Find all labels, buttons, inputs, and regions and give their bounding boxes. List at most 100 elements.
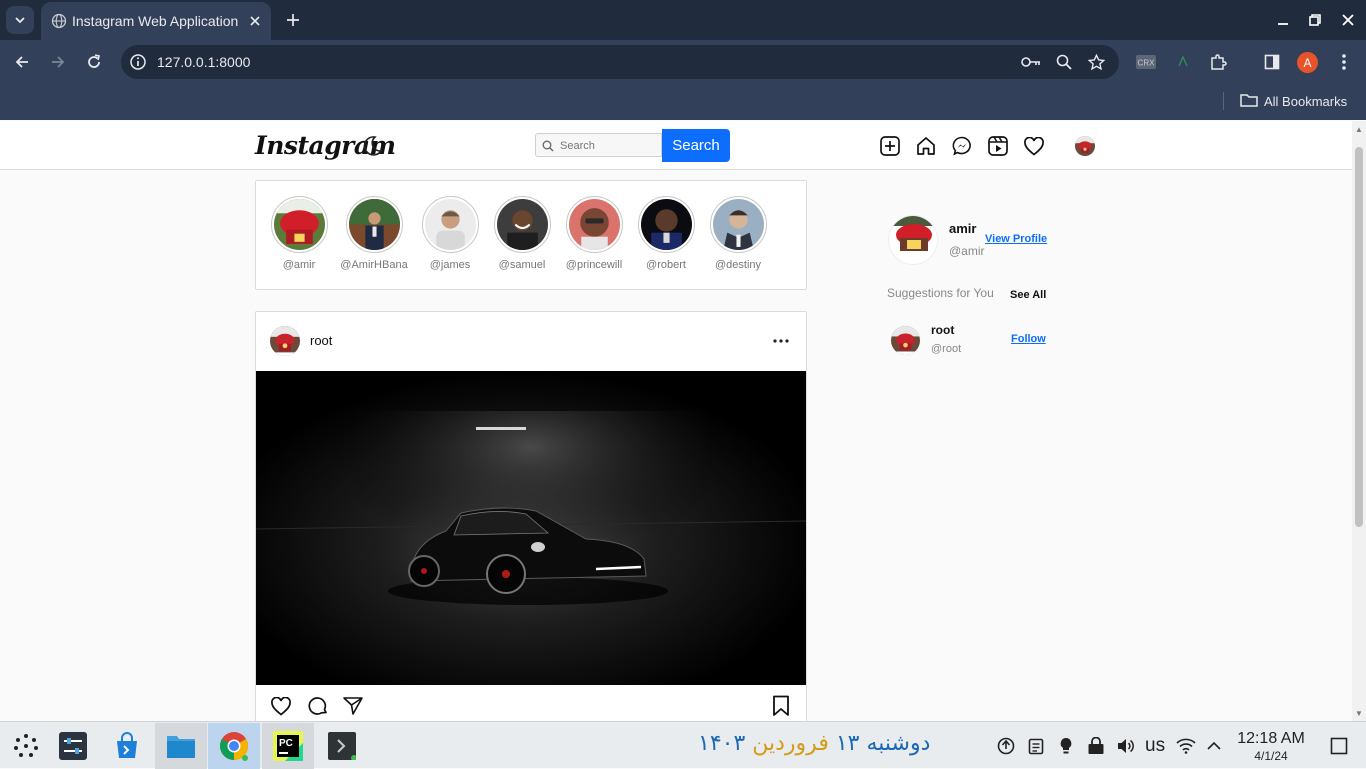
heart-notifications-icon[interactable]	[1023, 135, 1045, 157]
story-item[interactable]: @princewill	[558, 196, 630, 271]
persian-month: فروردین	[752, 731, 829, 756]
restore-window-icon[interactable]	[1303, 8, 1327, 32]
persian-calendar-date[interactable]: دوشنبه ۱۳ فروردین ۱۴۰۳	[698, 731, 930, 756]
comment-icon[interactable]	[306, 694, 330, 718]
show-desktop-icon[interactable]	[1328, 735, 1350, 757]
post-image[interactable]	[256, 371, 806, 685]
taskbar: PC دوشنبه ۱۳ فروردین ۱۴۰۳ us 12:18 AM 4/…	[0, 721, 1366, 769]
create-post-plus-icon[interactable]	[879, 135, 901, 157]
address-bar[interactable]: 127.0.0.1:8000	[121, 45, 1119, 79]
story-handle: @princewill	[565, 259, 623, 271]
bookmarks-bar: All Bookmarks	[0, 84, 1366, 120]
view-profile-link[interactable]: View Profile	[985, 233, 1047, 245]
feed-post: root	[255, 311, 807, 721]
post-author-avatar[interactable]	[270, 326, 300, 356]
story-item[interactable]: @robert	[630, 196, 702, 271]
system-settings-icon[interactable]	[47, 723, 99, 769]
zoom-icon[interactable]	[1054, 52, 1074, 72]
scroll-down-arrow-icon[interactable]: ▼	[1355, 709, 1363, 718]
stories-bar: @amir @AmirHBana @james @samuel @princew…	[255, 180, 807, 290]
update-status-icon[interactable]	[995, 735, 1017, 757]
keyboard-layout-indicator[interactable]: us	[1145, 735, 1165, 757]
new-tab-plus-icon[interactable]	[281, 8, 305, 32]
bookmarks-divider	[1223, 92, 1224, 110]
extension-icon[interactable]	[1172, 51, 1194, 73]
chrome-icon[interactable]	[208, 723, 260, 769]
show-hidden-icons-chevron-icon[interactable]	[1203, 735, 1225, 757]
scroll-thumb[interactable]	[1355, 147, 1363, 527]
instagram-header: Instagram Search	[0, 121, 1352, 170]
bookmark-star-icon[interactable]	[1086, 52, 1106, 72]
forward-arrow-icon[interactable]	[46, 50, 70, 74]
site-info-icon[interactable]	[129, 53, 147, 76]
user-avatar[interactable]	[1075, 136, 1095, 156]
story-item[interactable]: @samuel	[486, 196, 558, 271]
file-manager-icon[interactable]	[155, 723, 207, 769]
story-avatar	[712, 199, 764, 250]
like-heart-icon[interactable]	[269, 694, 293, 718]
scroll-up-arrow-icon[interactable]: ▲	[1355, 125, 1363, 134]
all-bookmarks-button[interactable]: All Bookmarks	[1240, 93, 1347, 110]
side-panel-icon[interactable]	[1261, 51, 1283, 73]
folder-icon	[1240, 93, 1258, 110]
terminal-icon[interactable]	[316, 723, 368, 769]
tab-search-chevron-icon[interactable]	[6, 6, 34, 34]
search-button[interactable]: Search	[662, 129, 730, 162]
wifi-icon[interactable]	[1175, 735, 1197, 757]
password-key-icon[interactable]	[1021, 52, 1041, 72]
all-bookmarks-label: All Bookmarks	[1264, 94, 1348, 109]
suggestion-avatar[interactable]	[891, 326, 920, 355]
kebab-menu-icon[interactable]	[1333, 51, 1355, 73]
story-handle: @robert	[646, 259, 686, 271]
more-options-icon[interactable]	[768, 330, 794, 352]
story-avatar	[568, 199, 620, 250]
browser-tab[interactable]: Instagram Web Application	[41, 2, 271, 40]
crx-extension-icon[interactable]: CRX	[1135, 51, 1157, 73]
story-item[interactable]: @amir	[263, 196, 335, 271]
suggestion-handle: @root	[931, 343, 962, 355]
url-text[interactable]: 127.0.0.1:8000	[157, 54, 250, 70]
browser-toolbar: 127.0.0.1:8000 CRX A	[0, 40, 1366, 84]
dark-mode-moon-icon[interactable]	[360, 134, 384, 163]
app-launcher-icon[interactable]	[0, 723, 52, 769]
suggestions-title: Suggestions for You	[887, 286, 994, 300]
see-all-link[interactable]: See All	[1010, 289, 1046, 301]
current-user-avatar[interactable]	[888, 215, 938, 265]
story-item[interactable]: @destiny	[702, 196, 774, 271]
story-item[interactable]: @james	[414, 196, 486, 271]
suggestion-name: root	[931, 323, 955, 337]
messenger-icon[interactable]	[951, 135, 973, 157]
story-handle: @amir	[282, 259, 316, 271]
current-user-name: amir	[949, 221, 977, 236]
post-username[interactable]: root	[310, 333, 332, 348]
volume-speaker-icon[interactable]	[1115, 735, 1137, 757]
close-window-icon[interactable]	[1336, 8, 1360, 32]
svg-text:PC: PC	[279, 738, 293, 749]
night-light-bulb-icon[interactable]	[1055, 735, 1077, 757]
back-arrow-icon[interactable]	[10, 50, 34, 74]
save-bookmark-icon[interactable]	[769, 694, 793, 718]
extensions-puzzle-icon[interactable]	[1207, 51, 1229, 73]
profile-avatar[interactable]: A	[1297, 52, 1318, 73]
clock-date[interactable]: 4/1/24	[1233, 749, 1309, 763]
persian-day: دوشنبه ۱۳	[835, 731, 931, 756]
reels-icon[interactable]	[987, 135, 1009, 157]
discover-store-icon[interactable]	[101, 723, 153, 769]
close-tab-icon[interactable]	[245, 11, 265, 31]
tab-title: Instagram Web Application	[72, 13, 239, 29]
pycharm-icon[interactable]: PC	[262, 723, 314, 769]
page-scrollbar[interactable]: ▲ ▼	[1352, 121, 1366, 721]
search-field[interactable]	[535, 133, 662, 157]
clock-time[interactable]: 12:18 AM	[1233, 730, 1309, 748]
web-page: Instagram Search Search @amir @AmirHBana…	[0, 121, 1352, 721]
reload-icon[interactable]	[82, 50, 106, 74]
story-item[interactable]: @AmirHBana	[338, 196, 410, 271]
clipboard-icon[interactable]	[1025, 735, 1047, 757]
vault-lock-icon[interactable]	[1085, 735, 1107, 757]
minimize-icon[interactable]	[1271, 8, 1295, 32]
home-icon[interactable]	[915, 135, 937, 157]
follow-link[interactable]: Follow	[1011, 333, 1046, 345]
share-send-icon[interactable]	[341, 694, 365, 718]
story-handle: @AmirHBana	[340, 259, 408, 271]
search-input[interactable]	[560, 137, 658, 154]
